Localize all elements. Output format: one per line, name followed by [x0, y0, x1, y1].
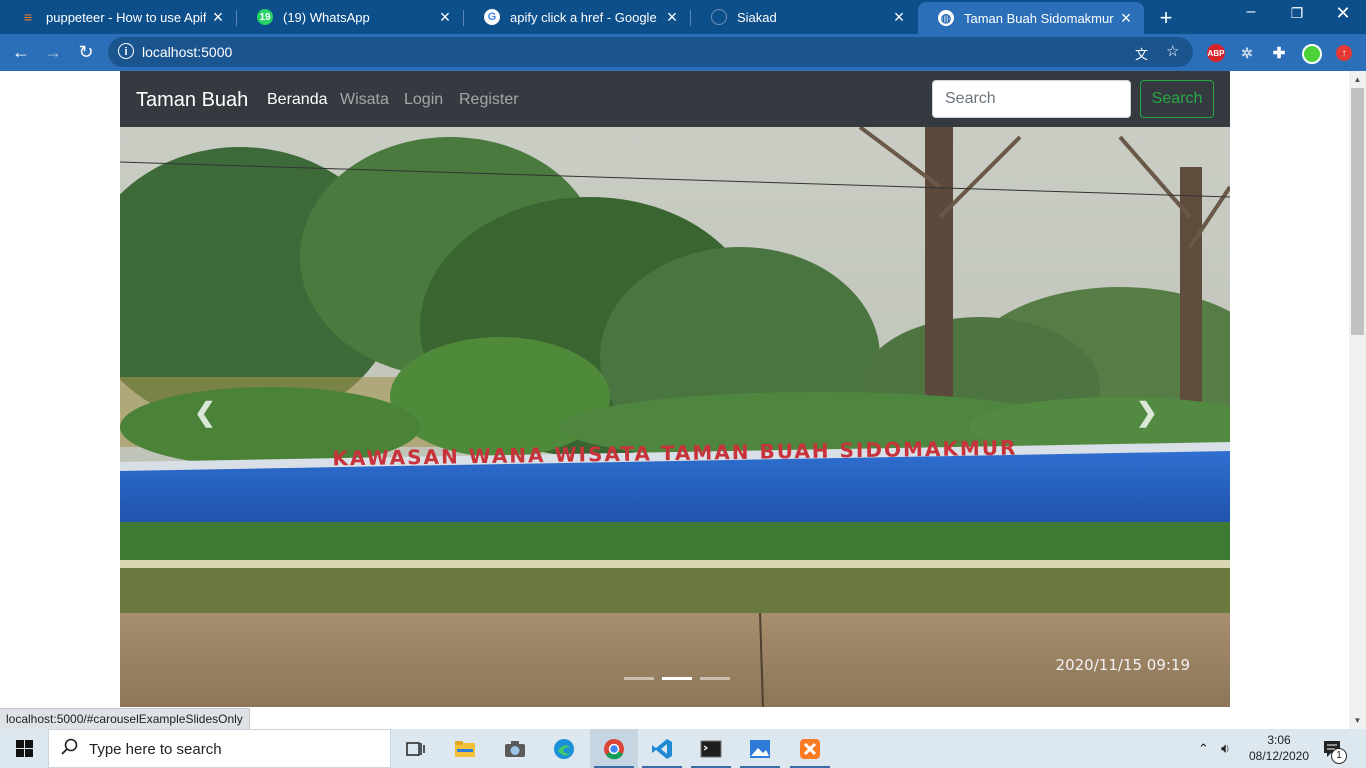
volume-icon[interactable]: 🔉︎ [1221, 729, 1230, 768]
site-info-icon[interactable]: i [118, 43, 134, 59]
vscode-icon[interactable] [638, 729, 686, 768]
close-tab-icon[interactable]: × [1114, 8, 1138, 29]
site-brand[interactable]: Taman Buah [136, 89, 248, 112]
stackoverflow-icon: ≡ [23, 9, 33, 25]
url-text: localhost:5000 [142, 44, 233, 60]
whatsapp-icon: 19 [257, 9, 273, 25]
taskbar-search-box[interactable]: Type here to search [48, 729, 391, 768]
nav-beranda[interactable]: Beranda [267, 91, 328, 109]
carousel-indicators [624, 677, 730, 680]
forward-button[interactable]: → [40, 39, 66, 65]
browser-tab-strip: ≡ puppeteer - How to use Apify × 19 (19)… [0, 0, 1366, 34]
status-bar-url: localhost:5000/#carouselExampleSlidesOnl… [0, 708, 250, 729]
update-icon[interactable]: ↑ [1336, 45, 1352, 61]
translate-icon[interactable]: 文 [1135, 44, 1148, 63]
image-carousel: KAWASAN WANA WISATA TAMAN BUAH SIDOMAKMU… [120, 127, 1230, 707]
page-viewport: Taman Buah Beranda Wisata Login Register… [0, 71, 1366, 729]
carousel-indicator-2[interactable] [662, 677, 692, 680]
bookmark-star-icon[interactable]: ☆ [1166, 42, 1179, 60]
xampp-icon[interactable] [786, 729, 834, 768]
carousel-slide-image: KAWASAN WANA WISATA TAMAN BUAH SIDOMAKMU… [120, 127, 1230, 707]
windows-taskbar: Type here to search ⌃ 🔉︎ 3:06 08/12/2020… [0, 729, 1366, 768]
close-tab-icon[interactable]: × [206, 7, 230, 28]
nav-register[interactable]: Register [459, 91, 519, 109]
globe-icon: ◍ [938, 10, 954, 26]
close-tab-icon[interactable]: × [887, 7, 911, 28]
windows-start-button[interactable] [0, 729, 48, 768]
restore-button[interactable]: ❐ [1274, 5, 1320, 22]
notification-center-icon[interactable]: 1 [1323, 729, 1347, 768]
site-navbar: Taman Buah Beranda Wisata Login Register… [120, 71, 1230, 127]
close-window-button[interactable]: ✕ [1320, 3, 1366, 24]
new-tab-button[interactable]: + [1154, 5, 1178, 31]
minimize-button[interactable]: – [1228, 3, 1274, 21]
scrollbar-thumb[interactable] [1351, 88, 1364, 335]
page-scrollbar[interactable]: ▲ ▼ [1349, 71, 1366, 729]
show-hidden-icons[interactable]: ⌃ [1198, 729, 1209, 768]
tab-google-search[interactable]: G apify click a href - Google Search × [464, 0, 690, 34]
notification-count-badge: 1 [1331, 748, 1347, 764]
adblock-plus-icon[interactable]: ABP [1207, 44, 1225, 62]
file-explorer-icon[interactable] [441, 729, 489, 768]
site-search-input[interactable] [932, 80, 1131, 118]
clock-time: 3:06 [1267, 733, 1291, 747]
google-icon: G [484, 9, 500, 25]
clock-date: 08/12/2020 [1248, 749, 1310, 763]
site-search-button[interactable]: Search [1140, 80, 1214, 118]
carousel-prev-button[interactable]: ❮ [194, 397, 216, 428]
photo-timestamp: 2020/11/15 09:19 [1056, 656, 1190, 674]
tab-siakad[interactable]: Siakad × [691, 0, 917, 34]
nav-login[interactable]: Login [404, 91, 443, 109]
carousel-next-button[interactable]: ❯ [1136, 397, 1158, 428]
profile-avatar[interactable] [1302, 44, 1322, 64]
carousel-indicator-3[interactable] [700, 677, 730, 680]
scroll-down-arrow[interactable]: ▼ [1349, 712, 1366, 729]
close-tab-icon[interactable]: × [433, 7, 457, 28]
windows-logo-icon [15, 740, 33, 757]
carousel-indicator-1[interactable] [624, 677, 654, 680]
siakad-icon [711, 9, 727, 25]
taskbar-search-placeholder: Type here to search [89, 741, 222, 758]
chrome-icon[interactable] [590, 729, 638, 768]
reload-button[interactable]: ↻ [73, 39, 99, 65]
bug-icon[interactable]: ✲ [1238, 44, 1256, 62]
address-bar[interactable]: i localhost:5000 文 ☆ [108, 37, 1193, 67]
tab-taman-buah[interactable]: ◍ Taman Buah Sidomakmur × [918, 2, 1144, 34]
camera-icon[interactable] [491, 729, 539, 768]
nav-wisata[interactable]: Wisata [340, 91, 389, 109]
close-tab-icon[interactable]: × [660, 7, 684, 28]
puzzle-icon[interactable]: ✚ [1270, 44, 1288, 62]
scroll-up-arrow[interactable]: ▲ [1349, 71, 1366, 88]
edge-icon[interactable] [540, 729, 588, 768]
photos-icon[interactable] [736, 729, 784, 768]
terminal-icon[interactable] [687, 729, 735, 768]
browser-toolbar: ← → ↻ i localhost:5000 文 ☆ ABP ✲ ✚ ↑ [0, 34, 1366, 71]
back-button[interactable]: ← [8, 39, 34, 65]
taskbar-clock[interactable]: 3:06 08/12/2020 [1244, 732, 1314, 764]
tab-puppeteer[interactable]: ≡ puppeteer - How to use Apify × [0, 0, 236, 34]
task-view-icon[interactable] [392, 729, 440, 768]
search-icon [61, 738, 78, 755]
tab-whatsapp[interactable]: 19 (19) WhatsApp × [237, 0, 463, 34]
